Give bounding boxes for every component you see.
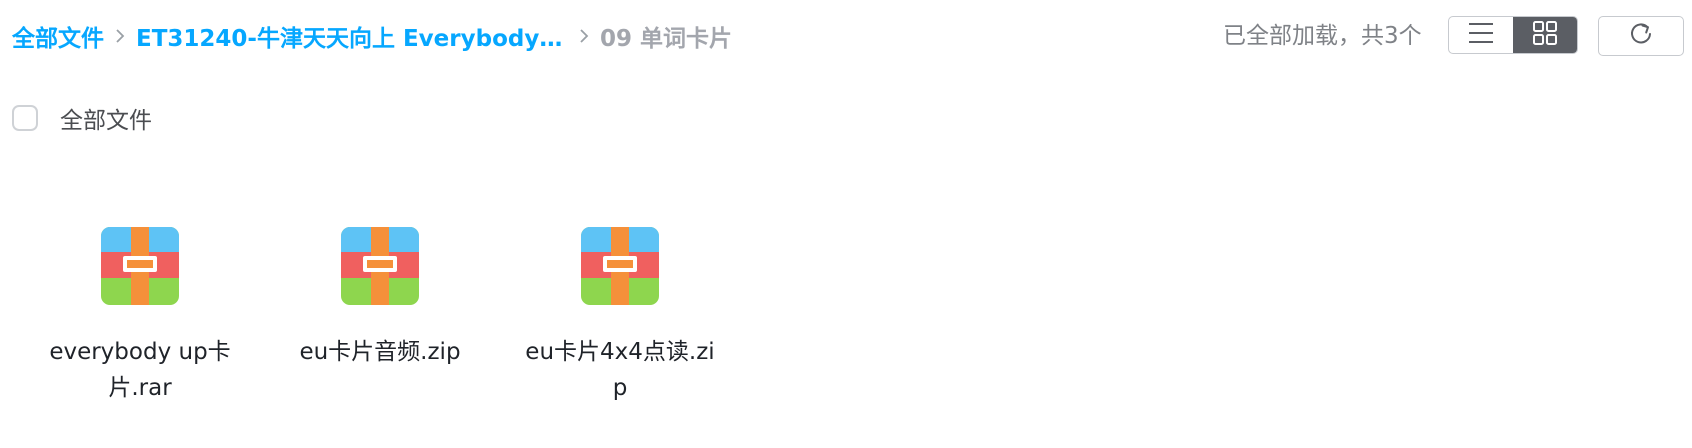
list-view-icon [1468,22,1494,48]
breadcrumb-current: 09 单词卡片 [600,26,733,52]
list-view-button[interactable] [1449,17,1513,53]
archive-icon [580,226,660,306]
breadcrumb: 全部文件 ET31240-牛津天天向上 Everybody Up... 09 单… [12,16,732,56]
chevron-right-icon [114,27,126,45]
select-all-checkbox[interactable] [12,105,38,131]
chevron-right-icon [578,27,590,45]
file-item[interactable]: eu卡片4x4点读.zip [500,226,740,406]
file-item[interactable]: eu卡片音频.zip [260,226,500,406]
select-all-label: 全部文件 [60,108,152,134]
refresh-button[interactable] [1598,16,1684,56]
grid-view-button[interactable] [1513,17,1577,53]
top-toolbar: 全部文件 ET31240-牛津天天向上 Everybody Up... 09 单… [0,0,1692,72]
view-mode-toggle [1448,16,1578,54]
breadcrumb-parent[interactable]: ET31240-牛津天天向上 Everybody Up... [136,19,568,53]
select-all-row: 全部文件 [12,100,152,136]
load-status-text: 已全部加载，共3个 [1223,23,1422,49]
archive-icon [100,226,180,306]
grid-view-icon [1533,21,1557,49]
archive-icon [340,226,420,306]
file-name: eu卡片音频.zip [299,339,461,365]
file-item[interactable]: everybody up卡片.rar [20,226,260,406]
refresh-icon [1628,21,1654,51]
breadcrumb-root[interactable]: 全部文件 [12,19,104,53]
file-name: eu卡片4x4点读.zip [525,339,715,401]
file-grid: everybody up卡片.rar eu卡片音频.zip eu卡片4x4点读.… [20,226,740,406]
file-name: everybody up卡片.rar [49,339,231,401]
